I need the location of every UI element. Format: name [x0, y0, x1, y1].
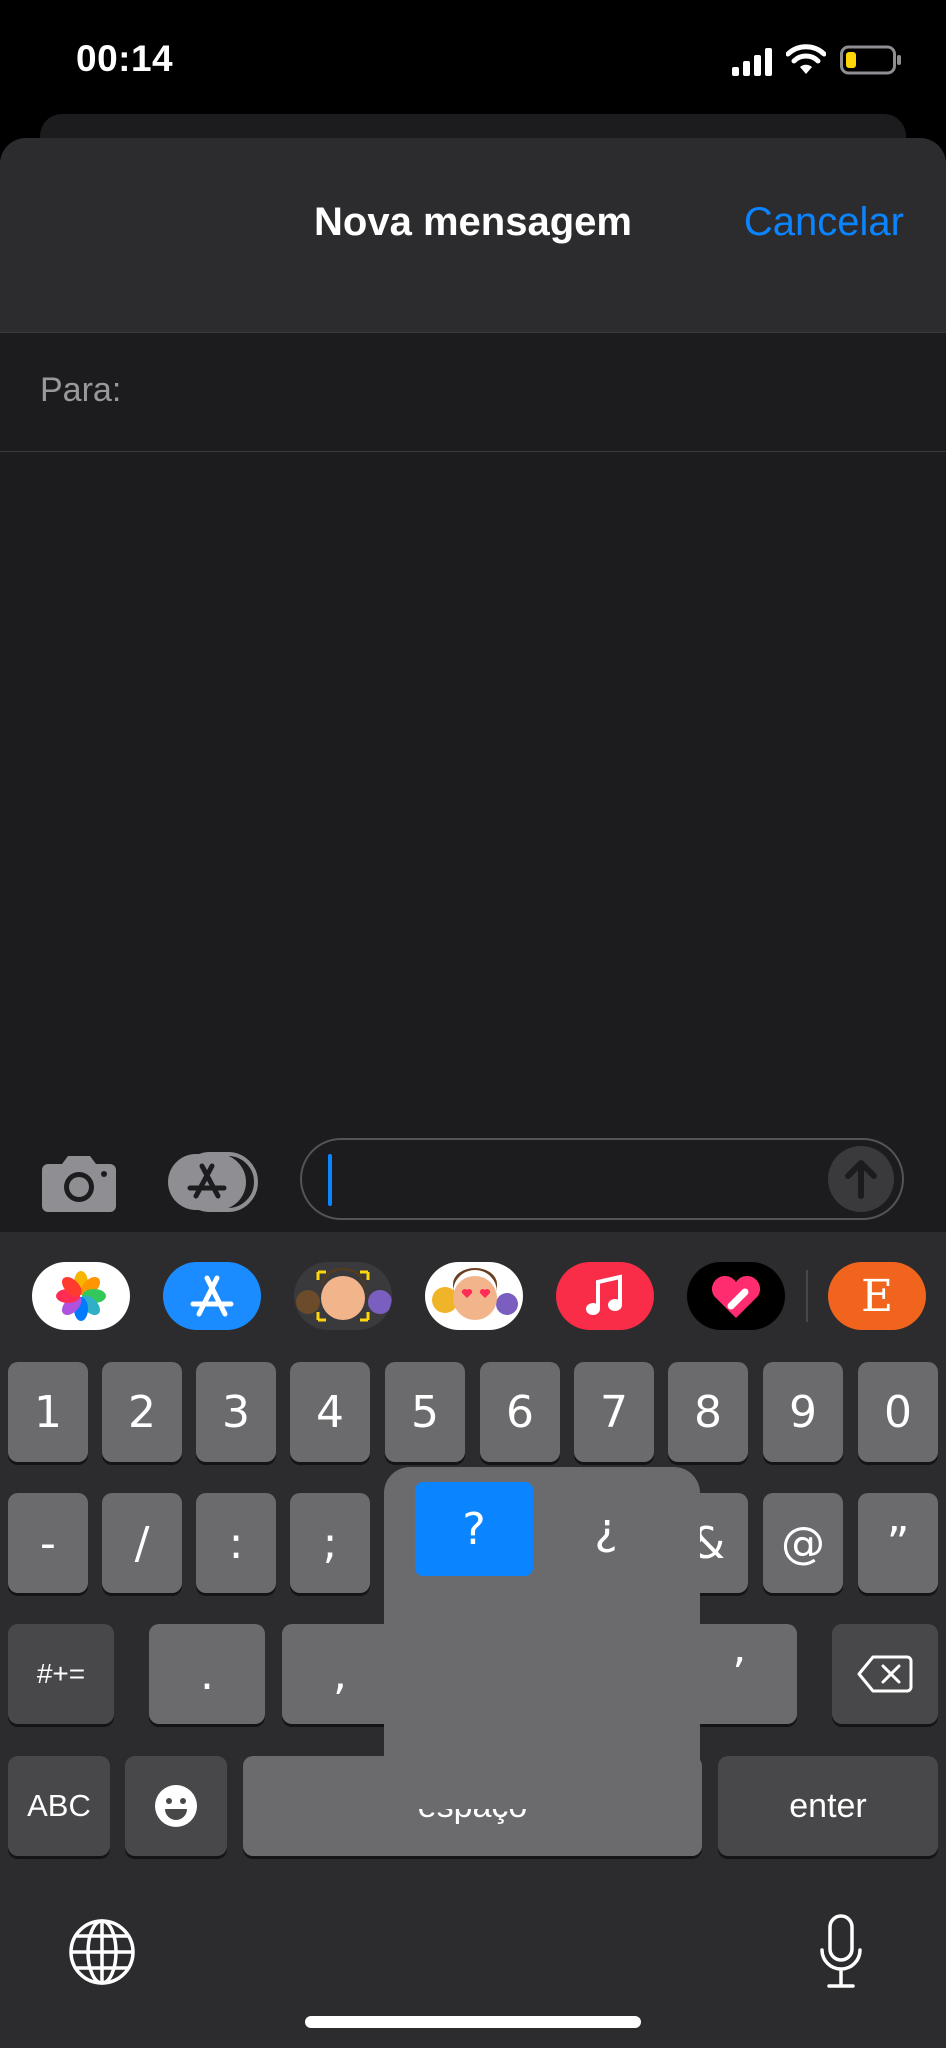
variant-question-mark[interactable]: ? — [415, 1482, 533, 1576]
key-slash[interactable]: / — [102, 1493, 182, 1593]
emoji-key[interactable] — [125, 1756, 227, 1856]
delete-key[interactable] — [832, 1624, 938, 1724]
cancel-button[interactable]: Cancelar — [744, 200, 904, 245]
key-period[interactable]: . — [149, 1624, 265, 1724]
key-1[interactable]: 1 — [8, 1362, 88, 1462]
key-quote[interactable]: ” — [858, 1493, 938, 1593]
text-caret — [328, 1154, 332, 1206]
sheet-header: Nova mensagem Cancelar — [0, 138, 946, 332]
battery-icon — [840, 45, 901, 75]
photos-app-icon[interactable] — [32, 1262, 130, 1330]
emoji-icon — [155, 1785, 197, 1827]
music-app-icon[interactable] — [556, 1262, 654, 1330]
key-7[interactable]: 7 — [574, 1362, 654, 1462]
more-symbols-key[interactable]: #+= — [8, 1624, 114, 1724]
app-store-icon[interactable] — [168, 1152, 258, 1212]
status-time: 00:14 — [76, 38, 174, 79]
globe-icon[interactable] — [68, 1918, 136, 1986]
enter-key[interactable]: enter — [718, 1756, 938, 1856]
microphone-icon[interactable] — [818, 1914, 864, 1990]
key-hyphen[interactable]: - — [8, 1493, 88, 1593]
key-5[interactable]: 5 — [385, 1362, 465, 1462]
key-3[interactable]: 3 — [196, 1362, 276, 1462]
pressed-key — [415, 1600, 533, 1720]
recipient-field[interactable]: Para: — [0, 332, 946, 452]
key-6[interactable]: 6 — [480, 1362, 560, 1462]
key-8[interactable]: 8 — [668, 1362, 748, 1462]
message-input[interactable] — [300, 1138, 904, 1220]
variant-inverted-question-mark[interactable]: ¿ — [560, 1482, 652, 1576]
memoji-stickers-app-icon[interactable] — [425, 1262, 523, 1330]
camera-icon[interactable] — [42, 1152, 116, 1212]
key-semicolon[interactable]: ; — [290, 1493, 370, 1593]
delete-backward-icon — [857, 1655, 913, 1693]
etsy-app-icon[interactable]: E — [828, 1262, 926, 1330]
key-at[interactable]: @ — [763, 1493, 843, 1593]
home-indicator[interactable] — [305, 2016, 641, 2028]
key-0[interactable]: 0 — [858, 1362, 938, 1462]
wifi-icon — [786, 44, 826, 74]
abc-key[interactable]: ABC — [8, 1756, 110, 1856]
key-2[interactable]: 2 — [102, 1362, 182, 1462]
key-9[interactable]: 9 — [763, 1362, 843, 1462]
cellular-signal-icon — [732, 48, 772, 76]
key-4[interactable]: 4 — [290, 1362, 370, 1462]
arrow-up-icon — [845, 1160, 877, 1199]
key-colon[interactable]: : — [196, 1493, 276, 1593]
digital-touch-app-icon[interactable] — [687, 1262, 785, 1330]
app-strip-divider — [806, 1270, 808, 1322]
recipient-label: Para: — [40, 371, 122, 409]
send-button[interactable] — [828, 1146, 894, 1212]
memoji-camera-app-icon[interactable] — [294, 1262, 392, 1330]
app-store-app-icon[interactable] — [163, 1262, 261, 1330]
key-comma[interactable]: , — [282, 1624, 398, 1724]
